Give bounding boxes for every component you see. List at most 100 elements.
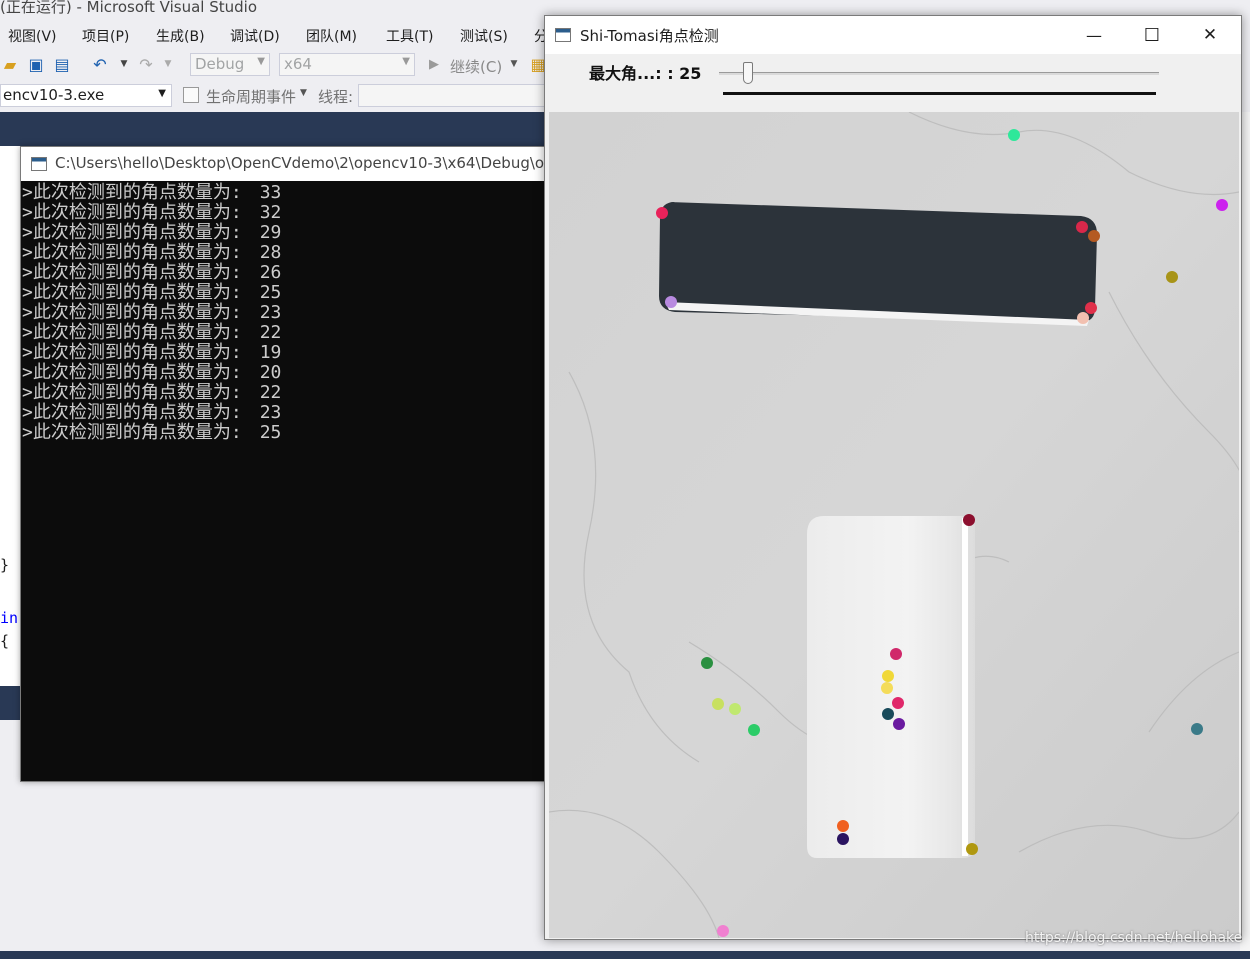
redo-icon[interactable]: ↷ xyxy=(136,54,156,74)
image-canvas xyxy=(549,112,1239,938)
console-line: >此次检测到的角点数量为: 19 xyxy=(21,343,549,363)
trackbar-underline xyxy=(723,92,1156,95)
code-fragment: { xyxy=(0,632,10,650)
console-line-label: >此次检测到的角点数量为: xyxy=(22,242,242,263)
config-combo[interactable]: Debug ▼ xyxy=(190,53,270,76)
opencv-app-icon xyxy=(555,28,571,42)
continue-button[interactable]: 继续(C) xyxy=(450,56,502,77)
undo-dropdown-icon[interactable]: ▼ xyxy=(114,54,134,74)
menu-tools[interactable]: 工具(T) xyxy=(386,26,433,46)
corner-marker xyxy=(656,207,668,219)
process-value: encv10-3.exe xyxy=(3,86,105,104)
corner-marker xyxy=(1077,312,1089,324)
lifecycle-icon xyxy=(183,87,199,103)
corner-detection-image xyxy=(549,112,1239,938)
trackbar-thumb[interactable] xyxy=(742,62,753,84)
console-line-count: 25 xyxy=(259,282,282,303)
white-box-highlight xyxy=(962,518,968,856)
corner-marker xyxy=(837,833,849,845)
lifecycle-events-label[interactable]: 生命周期事件 xyxy=(206,86,296,107)
console-line-label: >此次检测到的角点数量为: xyxy=(22,422,242,443)
trackbar-label: 最大角...: : 25 xyxy=(589,64,702,83)
menu-view[interactable]: 视图(V) xyxy=(8,26,57,46)
corner-marker xyxy=(1166,271,1178,283)
console-line: >此次检测到的角点数量为: 29 xyxy=(21,223,549,243)
corner-marker xyxy=(712,698,724,710)
console-line-label: >此次检测到的角点数量为: xyxy=(22,362,242,383)
console-app-icon xyxy=(31,157,47,171)
vs-title: (正在运行) - Microsoft Visual Studio xyxy=(0,0,258,16)
code-fragment: } xyxy=(0,556,10,574)
continue-icon[interactable]: ▶ xyxy=(424,54,444,74)
console-line-label: >此次检测到的角点数量为: xyxy=(22,322,242,343)
console-line: >此次检测到的角点数量为: 22 xyxy=(21,383,549,403)
menu-build[interactable]: 生成(B) xyxy=(156,26,205,46)
corner-marker xyxy=(893,718,905,730)
corner-marker xyxy=(892,697,904,709)
console-line-count: 20 xyxy=(259,362,282,383)
close-icon[interactable]: ✕ xyxy=(1187,24,1233,46)
chevron-down-icon[interactable]: ▼ xyxy=(300,88,307,98)
save-all-icon[interactable]: ▤ xyxy=(52,54,72,74)
menu-project[interactable]: 项目(P) xyxy=(82,26,129,46)
corner-marker xyxy=(1191,723,1203,735)
undo-icon[interactable]: ↶ xyxy=(90,54,110,74)
menu-debug[interactable]: 调试(D) xyxy=(230,26,280,46)
console-line-label: >此次检测到的角点数量为: xyxy=(22,222,242,243)
trackbar-panel: 最大角...: : 25 xyxy=(545,54,1241,112)
console-line-count: 19 xyxy=(259,342,282,363)
console-line-label: >此次检测到的角点数量为: xyxy=(22,202,242,223)
corner-marker xyxy=(665,296,677,308)
console-line-count: 29 xyxy=(259,222,282,243)
chevron-down-icon: ▼ xyxy=(257,56,265,67)
opencv-titlebar[interactable]: Shi-Tomasi角点检测 — ☐ ✕ xyxy=(545,16,1241,54)
corner-marker xyxy=(717,925,729,937)
open-folder-icon[interactable]: ▰ xyxy=(0,54,20,74)
console-line-count: 23 xyxy=(259,402,282,423)
corner-marker xyxy=(882,708,894,720)
thread-label: 线程: xyxy=(318,88,354,106)
console-titlebar[interactable]: C:\Users\hello\Desktop\OpenCVdemo\2\open… xyxy=(21,147,549,181)
redo-dropdown-icon[interactable]: ▼ xyxy=(158,54,178,74)
console-line: >此次检测到的角点数量为: 26 xyxy=(21,263,549,283)
chevron-down-icon: ▼ xyxy=(158,88,166,99)
corner-marker xyxy=(963,514,975,526)
corner-marker xyxy=(1076,221,1088,233)
menu-test[interactable]: 测试(S) xyxy=(460,26,508,46)
corner-marker xyxy=(729,703,741,715)
console-line: >此次检测到的角点数量为: 28 xyxy=(21,243,549,263)
console-line-count: 22 xyxy=(259,322,282,343)
corner-marker xyxy=(1085,302,1097,314)
corner-marker xyxy=(1088,230,1100,242)
vs-debug-location-toolbar: encv10-3.exe ▼ 生命周期事件 ▼ 线程: xyxy=(0,82,560,110)
console-line-label: >此次检测到的角点数量为: xyxy=(22,402,242,423)
console-line-label: >此次检测到的角点数量为: xyxy=(22,182,242,203)
corner-marker xyxy=(701,657,713,669)
console-title: C:\Users\hello\Desktop\OpenCVdemo\2\open… xyxy=(55,154,545,172)
corner-marker xyxy=(1216,199,1228,211)
thread-combo[interactable] xyxy=(358,84,548,107)
console-line: >此次检测到的角点数量为: 20 xyxy=(21,363,549,383)
platform-combo[interactable]: x64 ▼ xyxy=(279,53,415,76)
corner-marker xyxy=(881,682,893,694)
opencv-window[interactable]: Shi-Tomasi角点检测 — ☐ ✕ 最大角...: : 25 xyxy=(544,15,1242,940)
console-line-count: 33 xyxy=(259,182,282,203)
console-line: >此次检测到的角点数量为: 23 xyxy=(21,303,549,323)
corner-marker xyxy=(1008,129,1020,141)
console-line-label: >此次检测到的角点数量为: xyxy=(22,262,242,283)
trackbar-groove[interactable] xyxy=(719,72,1159,75)
dark-box xyxy=(659,202,1097,322)
config-value: Debug xyxy=(195,55,245,73)
console-line-count: 25 xyxy=(259,422,282,443)
console-line-count: 28 xyxy=(259,242,282,263)
console-window[interactable]: C:\Users\hello\Desktop\OpenCVdemo\2\open… xyxy=(20,146,550,782)
menu-team[interactable]: 团队(M) xyxy=(306,26,357,46)
maximize-icon[interactable]: ☐ xyxy=(1129,24,1175,46)
platform-value: x64 xyxy=(284,55,312,73)
console-output: >此次检测到的角点数量为: 33 >此次检测到的角点数量为: 32 >此次检测到的角点数… xyxy=(21,183,549,443)
opencv-title: Shi-Tomasi角点检测 xyxy=(580,27,719,45)
process-combo[interactable]: encv10-3.exe ▼ xyxy=(0,84,172,107)
minimize-icon[interactable]: — xyxy=(1071,24,1117,46)
save-icon[interactable]: ▣ xyxy=(26,54,46,74)
continue-dropdown-icon[interactable]: ▼ xyxy=(504,54,524,74)
